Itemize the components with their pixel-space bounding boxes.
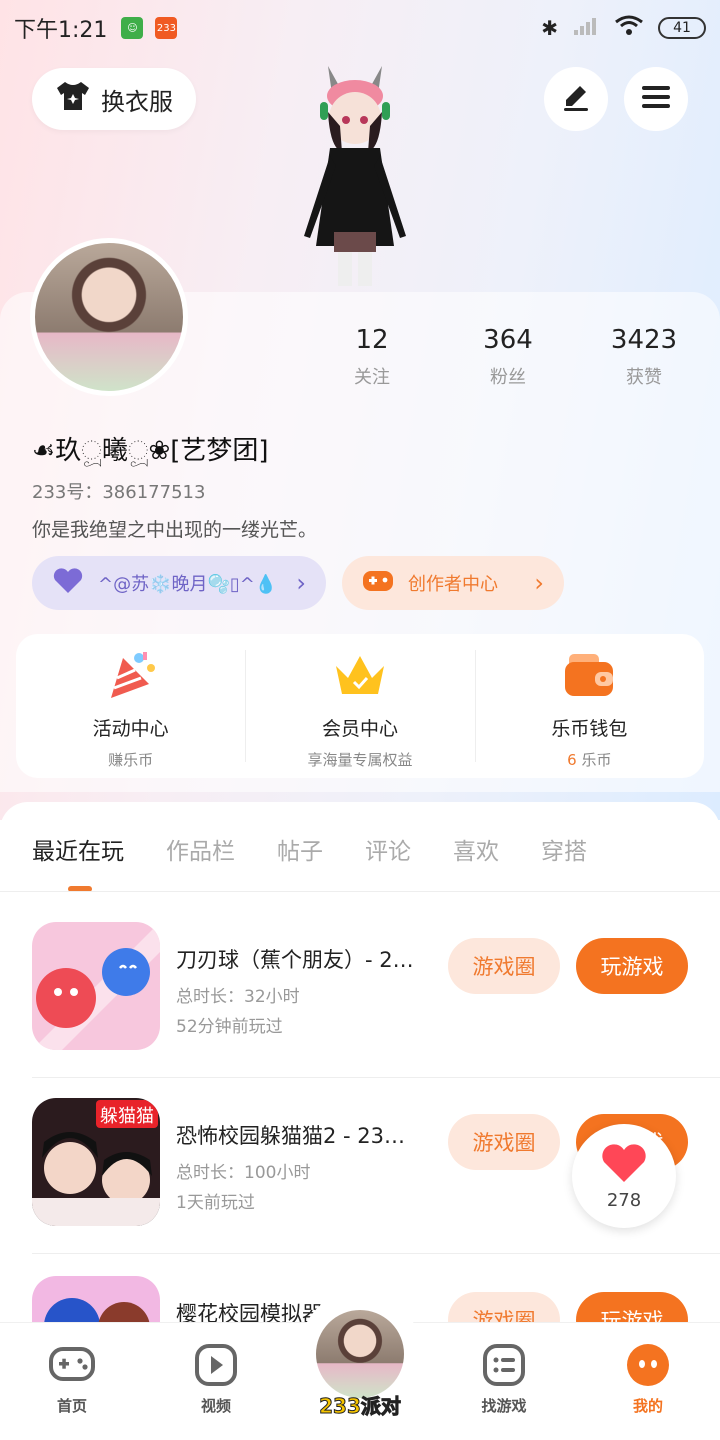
app-notification-icon: 233 [155, 17, 178, 39]
stat-value: 364 [483, 325, 533, 355]
game-icon[interactable] [32, 922, 160, 1050]
nickname: ☙玖ූ曦ූ❀[艺梦团] [32, 436, 269, 466]
user-id-value: 386177513 [102, 482, 206, 503]
game-title: 恐怖校园躲猫猫2 - 23… [176, 1124, 406, 1148]
nav-video-label: 视频 [200, 1397, 231, 1415]
coin-wallet-entry[interactable]: 乐币钱包 6 乐币 [474, 634, 704, 778]
stat-label: 关注 [354, 367, 390, 388]
tab-likes[interactable]: 喜欢 [453, 832, 499, 866]
coin-wallet-title: 乐币钱包 [551, 718, 628, 740]
android-notification-icon: ☺ [121, 17, 144, 39]
party-label[interactable]: 233派对 [312, 1390, 408, 1419]
pencil-icon [560, 82, 592, 116]
game-circle-button[interactable]: 游戏圈 [448, 1114, 560, 1170]
face-icon [624, 1343, 672, 1387]
stat-likes[interactable]: 3423 获赞 [576, 325, 712, 389]
tab-recent-played[interactable]: 最近在玩 [32, 832, 124, 866]
svg-text:躲猫猫: 躲猫猫 [100, 1106, 154, 1127]
bio: 你是我绝望之中出现的一缕光芒。 [32, 519, 318, 541]
profile-stats: 12 关注 364 粉丝 3423 获赞 [304, 325, 712, 389]
gamepad-icon [362, 568, 394, 599]
status-bar: 下午1:21 ☺ 233 ✱ 41 [0, 0, 720, 56]
heart-icon [600, 1142, 648, 1188]
activity-center-sub: 赚乐币 [108, 751, 154, 769]
wifi-icon [614, 14, 644, 42]
creator-center-button[interactable]: 创作者中心 › [342, 556, 564, 610]
stat-value: 3423 [610, 325, 678, 355]
nav-mine-label: 我的 [632, 1397, 663, 1415]
stat-value: 12 [355, 325, 389, 355]
tab-divider [0, 891, 720, 892]
avatar-3d-figure[interactable] [290, 56, 420, 291]
coin-wallet-sub: 6 乐币 [567, 749, 611, 770]
row-divider [32, 1253, 720, 1254]
member-center-entry[interactable]: 会员中心 享海量专属权益 [245, 634, 474, 778]
stat-following[interactable]: 12 关注 [304, 325, 440, 389]
member-center-title: 会员中心 [321, 718, 398, 740]
group-pill-button[interactable]: ^@苏❄️晚月🫧▯^💧 › [32, 556, 326, 610]
coin-balance: 6 [567, 751, 577, 769]
user-id[interactable]: 233号：386177513 [32, 478, 205, 504]
tab-comments[interactable]: 评论 [365, 832, 411, 866]
activity-center-entry[interactable]: 活动中心 赚乐币 [16, 634, 245, 778]
activity-center-title: 活动中心 [92, 718, 169, 740]
nav-video[interactable]: 视频 [144, 1323, 288, 1440]
edit-profile-button[interactable] [544, 67, 608, 131]
bluetooth-icon: ✱ [541, 16, 558, 40]
gamepad-icon [48, 1343, 96, 1387]
user-id-label: 233号： [32, 482, 103, 503]
tab-posts[interactable]: 帖子 [277, 832, 323, 866]
nav-home-label: 首页 [56, 1397, 87, 1415]
game-title: 刀刃球（蕉个朋友）- 2… [176, 948, 414, 972]
group-pill-label: ^@苏❄️晚月🫧▯^💧 [98, 574, 278, 595]
nav-home[interactable]: 首页 [0, 1323, 144, 1440]
play-icon [192, 1343, 240, 1387]
tab-outfits[interactable]: 穿搭 [541, 832, 587, 866]
battery-icon: 41 [658, 17, 706, 39]
status-time: 下午1:21 [14, 18, 108, 43]
likes-count: 278 [606, 1189, 642, 1211]
list-icon [480, 1343, 528, 1387]
creator-center-label: 创作者中心 [408, 574, 498, 595]
tab-works[interactable]: 作品栏 [166, 832, 235, 866]
game-duration: 总时长：100小时 [176, 1163, 311, 1183]
play-game-button[interactable]: 玩游戏 [576, 938, 688, 994]
chevron-right-icon: › [296, 569, 306, 597]
game-row[interactable]: 刀刃球（蕉个朋友）- 2… 总时长：32小时 52分钟前玩过 游戏圈 玩游戏 [32, 902, 720, 1078]
game-icon[interactable]: 躲猫猫 [32, 1098, 160, 1226]
member-center-sub: 享海量专属权益 [307, 751, 413, 769]
party-avatar[interactable] [312, 1306, 408, 1402]
game-last-played: 52分钟前玩过 [176, 1017, 283, 1037]
likes-floating-button[interactable]: 278 [572, 1124, 676, 1228]
menu-button[interactable] [624, 67, 688, 131]
heart-icon [52, 567, 84, 600]
change-outfit-button[interactable]: 换衣服 [32, 68, 196, 130]
tshirt-icon [55, 80, 91, 118]
signal-icon [572, 14, 600, 42]
nav-find-game[interactable]: 找游戏 [432, 1323, 576, 1440]
change-outfit-label: 换衣服 [101, 87, 173, 116]
nav-mine[interactable]: 我的 [576, 1323, 720, 1440]
profile-avatar[interactable] [30, 238, 188, 396]
profile-tabs: 最近在玩 作品栏 帖子 评论 喜欢 穿搭 [32, 832, 629, 866]
stat-followers[interactable]: 364 粉丝 [440, 325, 576, 389]
stat-label: 粉丝 [490, 367, 526, 388]
quick-entry-card: 活动中心 赚乐币 会员中心 享海量专属权益 乐币钱包 6 乐币 [16, 634, 704, 778]
menu-icon [640, 83, 672, 115]
game-circle-button[interactable]: 游戏圈 [448, 938, 560, 994]
chevron-right-icon: › [534, 569, 544, 597]
coin-unit: 乐币 [576, 751, 612, 769]
game-last-played: 1天前玩过 [176, 1193, 255, 1213]
party-popper-icon [103, 648, 159, 704]
game-duration: 总时长：32小时 [176, 987, 300, 1007]
nav-find-game-label: 找游戏 [481, 1397, 527, 1415]
wallet-icon [561, 648, 617, 704]
crown-icon [332, 648, 388, 704]
stat-label: 获赞 [626, 367, 662, 388]
